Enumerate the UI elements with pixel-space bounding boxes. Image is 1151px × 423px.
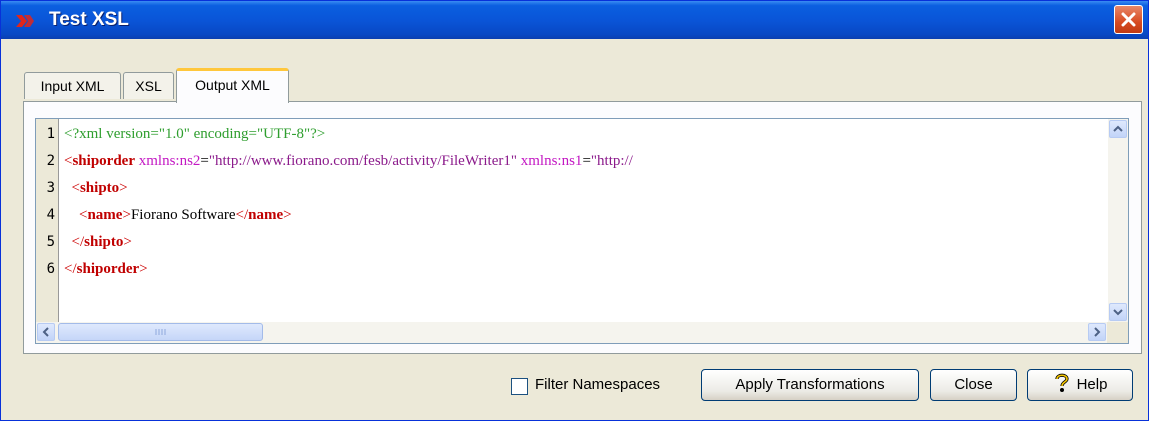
tab-input-xml[interactable]: Input XML xyxy=(24,72,121,99)
code-line-1: <?xml version="1.0" encoding="UTF-8"?> xyxy=(64,121,325,148)
tag-name: shipto xyxy=(79,180,120,196)
tag-name: shiporder xyxy=(76,261,140,277)
attr-value: "http:// xyxy=(590,153,633,169)
scroll-up-button[interactable] xyxy=(1109,120,1127,138)
filter-namespaces-checkbox[interactable] xyxy=(511,378,528,395)
line-number: 6 xyxy=(46,261,55,277)
horizontal-scroll-thumb[interactable] xyxy=(58,323,263,341)
window-close-button[interactable] xyxy=(1114,5,1143,34)
tag-name: shiporder xyxy=(72,153,135,169)
chevron-right-icon xyxy=(1094,327,1101,337)
tab-label: XSL xyxy=(135,78,162,94)
dialog-footer: Filter Namespaces Apply Transformations … xyxy=(1,366,1148,406)
fiorano-app-icon xyxy=(16,15,34,27)
attr-name: xmlns:ns2 xyxy=(138,153,201,169)
vertical-scrollbar[interactable] xyxy=(1108,119,1128,322)
horizontal-scrollbar[interactable] xyxy=(36,322,1109,343)
help-button[interactable]: Help xyxy=(1027,369,1133,401)
tab-label: Output XML xyxy=(195,77,270,93)
line-number: 3 xyxy=(46,180,55,196)
tab-output-xml[interactable]: Output XML xyxy=(176,68,289,103)
test-xsl-dialog: Test XSL Input XML XSL Output XML 1 2 3 … xyxy=(0,0,1149,421)
tag-name: name xyxy=(87,207,123,223)
tag-name: shipto xyxy=(84,234,124,250)
window-title: Test XSL xyxy=(49,9,129,30)
chevron-left-icon xyxy=(42,327,49,337)
help-question-icon xyxy=(1054,373,1069,392)
tag-name: name xyxy=(248,207,284,223)
apply-transformations-button[interactable]: Apply Transformations xyxy=(701,369,919,401)
tab-xsl[interactable]: XSL xyxy=(123,72,174,99)
attr-value: "http://www.fiorano.com/fesb/activity/Fi… xyxy=(208,153,517,169)
xml-declaration: <?xml version="1.0" encoding="UTF-8"?> xyxy=(64,126,326,142)
code-line-6: </shiporder> xyxy=(64,261,148,277)
help-label: Help xyxy=(1076,376,1108,393)
xml-output-editor[interactable]: 1 2 3 4 5 6 <?xml version="1.0" encoding… xyxy=(35,118,1129,344)
scroll-right-button[interactable] xyxy=(1088,323,1106,341)
code-line-5: </shipto> xyxy=(71,234,132,250)
chevron-up-icon xyxy=(1113,125,1123,132)
attr-name: xmlns:ns1 xyxy=(520,153,583,169)
line-number: 1 xyxy=(46,126,55,142)
code-line-4: <name>Fiorano Software</name> xyxy=(79,207,292,223)
line-number: 4 xyxy=(46,207,55,223)
scroll-left-button[interactable] xyxy=(37,323,55,341)
code-line-2: <shiporder xmlns:ns2="http://www.fiorano… xyxy=(64,153,633,169)
scroll-corner xyxy=(1107,322,1128,343)
line-number-gutter: 1 2 3 4 5 6 xyxy=(36,119,59,343)
close-icon xyxy=(1121,12,1136,27)
text-content: Fiorano Software xyxy=(130,207,236,223)
code-line-3: <shipto> xyxy=(71,180,128,196)
scroll-down-button[interactable] xyxy=(1109,303,1127,321)
tab-label: Input XML xyxy=(40,78,105,94)
tab-panel: 1 2 3 4 5 6 <?xml version="1.0" encoding… xyxy=(23,101,1142,354)
line-number: 2 xyxy=(46,153,55,169)
line-number: 5 xyxy=(46,234,55,250)
close-button[interactable]: Close xyxy=(930,369,1017,401)
title-bar[interactable]: Test XSL xyxy=(1,1,1148,39)
grip-icon xyxy=(155,329,166,335)
chevron-down-icon xyxy=(1113,309,1123,316)
filter-namespaces-label[interactable]: Filter Namespaces xyxy=(535,376,660,393)
